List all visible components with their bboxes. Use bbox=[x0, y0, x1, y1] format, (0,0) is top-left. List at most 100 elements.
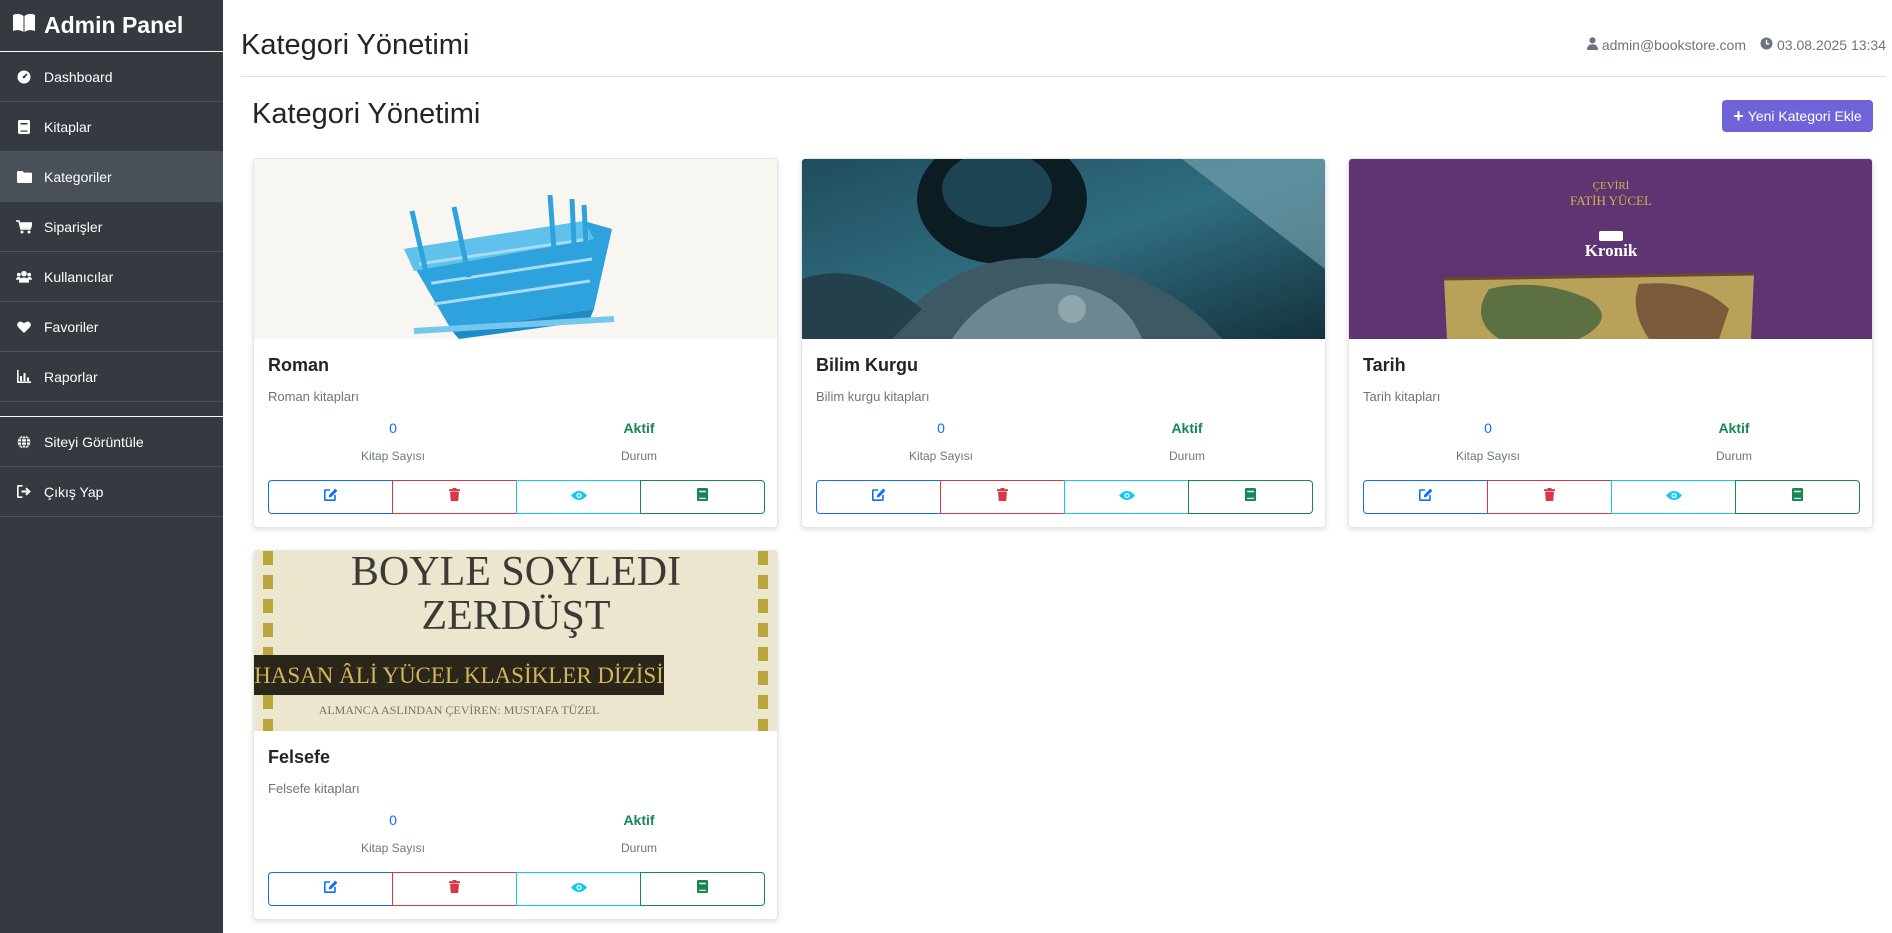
book-count-label: Kitap Sayısı bbox=[1455, 449, 1521, 463]
add-category-label: Yeni Kategori Ekle bbox=[1747, 108, 1862, 124]
cover-title-line2: ZERDÜŞT bbox=[422, 593, 611, 639]
sidebar-item-raporlar[interactable]: Raporlar bbox=[0, 352, 223, 402]
edit-button[interactable] bbox=[816, 480, 941, 514]
delete-button[interactable] bbox=[392, 872, 517, 906]
delete-button[interactable] bbox=[1487, 480, 1612, 514]
book-icon bbox=[697, 488, 708, 506]
category-name: Felsefe bbox=[268, 747, 331, 767]
category-description: Felsefe kitapları bbox=[268, 781, 360, 796]
category-image-felsefe: BOYLE SOYLEDI ZERDÜŞT HASAN ÂLİ YÜCEL KL… bbox=[254, 551, 777, 731]
cover-translator-name: FATİH YÜCEL bbox=[1570, 193, 1652, 208]
category-card-roman: Roman Roman kitapları 0 Kitap Sayısı Akt… bbox=[253, 158, 778, 528]
category-image-roman bbox=[254, 159, 777, 339]
sidebar-item-kategoriler[interactable]: Kategoriler bbox=[0, 152, 223, 202]
book-count-label: Kitap Sayısı bbox=[360, 841, 426, 855]
sidebar-item-siparisler[interactable]: Siparişler bbox=[0, 202, 223, 252]
category-description: Roman kitapları bbox=[268, 389, 360, 404]
view-button[interactable] bbox=[516, 872, 641, 906]
clock-icon bbox=[1760, 37, 1777, 53]
category-image-bilim-kurgu bbox=[802, 159, 1325, 339]
status-label: Durum bbox=[1168, 449, 1205, 463]
user-email: admin@bookstore.com bbox=[1601, 37, 1746, 53]
globe-icon bbox=[16, 434, 32, 450]
sidebar-item-label: Kullanıcılar bbox=[44, 268, 114, 285]
edit-button[interactable] bbox=[1363, 480, 1488, 514]
books-button[interactable] bbox=[1188, 480, 1313, 514]
sidebar-item-dashboard[interactable]: Dashboard bbox=[0, 52, 223, 102]
category-name: Tarih bbox=[1363, 355, 1406, 375]
plus-icon: + bbox=[1733, 106, 1744, 126]
view-button[interactable] bbox=[516, 480, 641, 514]
edit-icon bbox=[1418, 488, 1433, 506]
book-icon bbox=[697, 880, 708, 898]
delete-button[interactable] bbox=[940, 480, 1065, 514]
top-header: Kategori Yönetimi admin@bookstore.com 03… bbox=[241, 0, 1886, 77]
status-stat: Aktif Durum bbox=[514, 812, 764, 855]
card-actions bbox=[268, 480, 765, 514]
card-actions bbox=[816, 480, 1313, 514]
book-count-value: 0 bbox=[1484, 420, 1492, 436]
sidebar-item-kitaplar[interactable]: Kitaplar bbox=[0, 102, 223, 152]
sidebar-divider bbox=[0, 402, 223, 417]
category-name: Roman bbox=[268, 355, 330, 375]
cover-title-line1: BOYLE SOYLEDI bbox=[351, 551, 681, 595]
users-icon bbox=[16, 269, 32, 285]
page-title: Kategori Yönetimi bbox=[252, 98, 481, 130]
cart-icon bbox=[16, 219, 32, 235]
trash-icon bbox=[997, 488, 1008, 506]
view-button[interactable] bbox=[1064, 480, 1189, 514]
books-button[interactable] bbox=[640, 480, 765, 514]
book-icon bbox=[1792, 488, 1803, 506]
status-stat: Aktif Durum bbox=[1062, 420, 1312, 463]
view-button[interactable] bbox=[1611, 480, 1736, 514]
category-card-felsefe: BOYLE SOYLEDI ZERDÜŞT HASAN ÂLİ YÜCEL KL… bbox=[253, 550, 778, 920]
status-value: Aktif bbox=[1718, 420, 1750, 436]
add-category-button[interactable]: + Yeni Kategori Ekle bbox=[1722, 100, 1873, 132]
status-value: Aktif bbox=[623, 812, 655, 828]
open-book-icon bbox=[12, 13, 36, 38]
status-value: Aktif bbox=[1171, 420, 1203, 436]
brand[interactable]: Admin Panel bbox=[0, 0, 223, 52]
category-image-tarih: ÇEVİRİ FATİH YÜCEL Kronik bbox=[1349, 159, 1872, 339]
tachometer-icon bbox=[16, 69, 32, 85]
status-value: Aktif bbox=[623, 420, 655, 436]
delete-button[interactable] bbox=[392, 480, 517, 514]
user-icon bbox=[1586, 37, 1602, 53]
book-count-stat: 0 Kitap Sayısı bbox=[268, 420, 518, 463]
books-button[interactable] bbox=[640, 872, 765, 906]
sidebar-item-cikis-yap[interactable]: Çıkış Yap bbox=[0, 467, 223, 517]
datetime-text: 03.08.2025 13:34 bbox=[1777, 37, 1886, 53]
edit-icon bbox=[871, 488, 886, 506]
category-card-tarih: ÇEVİRİ FATİH YÜCEL Kronik Tarih Tarih ki… bbox=[1348, 158, 1873, 528]
edit-button[interactable] bbox=[268, 480, 393, 514]
user-info[interactable]: admin@bookstore.com bbox=[1586, 37, 1746, 53]
status-label: Durum bbox=[620, 841, 657, 855]
book-count-stat: 0 Kitap Sayısı bbox=[816, 420, 1066, 463]
sign-out-icon bbox=[16, 484, 32, 500]
book-count-value: 0 bbox=[389, 812, 397, 828]
book-icon bbox=[1245, 488, 1256, 506]
sidebar-item-kullanicilar[interactable]: Kullanıcılar bbox=[0, 252, 223, 302]
heart-icon bbox=[16, 319, 32, 335]
books-button[interactable] bbox=[1735, 480, 1860, 514]
cover-translator-label: ÇEVİRİ bbox=[1593, 180, 1630, 192]
cover-series: HASAN ÂLİ YÜCEL KLASİKLER DİZİSİ bbox=[254, 663, 664, 688]
category-card-bilim-kurgu: Bilim Kurgu Bilim kurgu kitapları 0 Kita… bbox=[801, 158, 1326, 528]
sidebar-item-label: Kitaplar bbox=[44, 118, 92, 135]
book-count-value: 0 bbox=[937, 420, 945, 436]
card-actions bbox=[268, 872, 765, 906]
book-icon bbox=[16, 119, 32, 135]
sidebar-item-siteyi-goruntule[interactable]: Siteyi Görüntüle bbox=[0, 417, 223, 467]
cover-translator: ALMANCA ASLINDAN ÇEVİREN: MUSTAFA TÜZEL bbox=[319, 703, 600, 717]
folder-icon bbox=[16, 169, 32, 185]
sidebar-item-label: Siteyi Görüntüle bbox=[44, 433, 144, 450]
header-info: admin@bookstore.com 03.08.2025 13:34 bbox=[1573, 37, 1886, 53]
sidebar-item-favoriler[interactable]: Favoriler bbox=[0, 302, 223, 352]
eye-icon bbox=[570, 880, 587, 898]
chart-icon bbox=[16, 369, 32, 385]
sidebar-item-label: Çıkış Yap bbox=[44, 483, 104, 500]
brand-title: Admin Panel bbox=[44, 12, 184, 38]
edit-button[interactable] bbox=[268, 872, 393, 906]
eye-icon bbox=[1118, 488, 1135, 506]
sidebar-item-label: Kategoriler bbox=[44, 168, 112, 185]
